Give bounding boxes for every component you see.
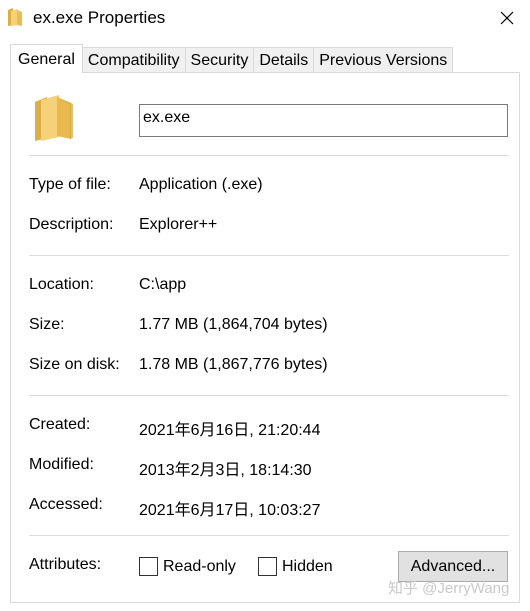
tab-general[interactable]: General [10, 44, 83, 73]
description-value: Explorer++ [139, 216, 218, 233]
separator [29, 255, 509, 256]
tab-details[interactable]: Details [253, 47, 315, 73]
separator [29, 535, 509, 536]
separator [29, 155, 509, 156]
created-label: Created: [29, 416, 91, 433]
hidden-label: Hidden [282, 557, 333, 575]
separator [29, 395, 509, 396]
read-only-label: Read-only [163, 557, 236, 575]
folder-icon [6, 7, 24, 27]
type-of-file-label: Type of file: [29, 176, 111, 193]
description-label: Description: [29, 216, 114, 233]
window-title: ex.exe Properties [33, 8, 166, 27]
checkbox-box[interactable] [139, 557, 158, 576]
location-label: Location: [29, 276, 94, 293]
title-bar: ex.exe Properties [0, 0, 530, 36]
read-only-checkbox[interactable]: Read-only [139, 557, 236, 576]
tab-strip: General Compatibility Security Details P… [10, 44, 454, 73]
created-value: 2021年6月16日, 21:20:44 [139, 422, 321, 439]
size-label: Size: [29, 316, 65, 333]
size-value: 1.77 MB (1,864,704 bytes) [139, 316, 328, 333]
close-button[interactable] [484, 0, 530, 36]
attributes-label: Attributes: [29, 556, 102, 573]
checkbox-box[interactable] [258, 557, 277, 576]
close-icon [500, 11, 514, 25]
tab-security[interactable]: Security [184, 47, 255, 73]
tab-compatibility[interactable]: Compatibility [81, 47, 186, 73]
folder-icon [33, 92, 79, 142]
file-name-input[interactable] [139, 104, 508, 137]
tab-previous-versions[interactable]: Previous Versions [313, 47, 454, 73]
accessed-value: 2021年6月17日, 10:03:27 [139, 502, 321, 519]
location-value: C:\app [139, 276, 187, 293]
modified-label: Modified: [29, 456, 94, 473]
size-on-disk-label: Size on disk: [29, 356, 120, 373]
general-panel: Type of file: Application (.exe) Descrip… [10, 72, 520, 603]
size-on-disk-value: 1.78 MB (1,867,776 bytes) [139, 356, 328, 373]
hidden-checkbox[interactable]: Hidden [258, 557, 333, 576]
accessed-label: Accessed: [29, 496, 103, 513]
watermark: 知乎 @JerryWang [388, 580, 510, 597]
type-of-file-value: Application (.exe) [139, 176, 263, 193]
modified-value: 2013年2月3日, 18:14:30 [139, 462, 312, 479]
